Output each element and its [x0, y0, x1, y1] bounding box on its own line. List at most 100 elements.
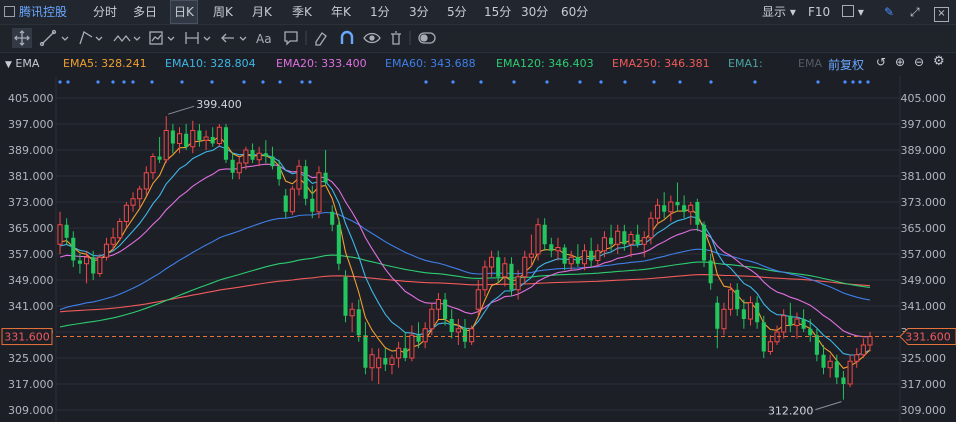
candle-body: [462, 328, 468, 342]
y-tick-label-left: 317.000: [8, 378, 54, 391]
candle-body: [91, 257, 96, 274]
event-marker: [242, 80, 246, 84]
candle-body: [210, 137, 215, 144]
y-tick-label-right: 397.000: [901, 118, 947, 131]
y-tick-label-right: 389.000: [901, 144, 947, 157]
y-tick-label-right: 365.000: [901, 222, 947, 235]
candle-body: [435, 299, 442, 310]
y-tick-label-left: 381.000: [8, 170, 54, 183]
candle-body: [568, 256, 574, 265]
candle-body: [542, 224, 547, 245]
event-marker: [451, 80, 455, 84]
candle-body: [581, 250, 588, 265]
event-marker: [111, 80, 115, 84]
candle-body: [675, 202, 680, 206]
ema-line: [59, 211, 871, 311]
candle-body: [236, 162, 242, 174]
candle-body: [515, 276, 521, 291]
candle-body: [509, 263, 514, 290]
candle-body: [708, 260, 713, 284]
candle-body: [615, 230, 621, 245]
candle-body: [396, 347, 402, 359]
event-marker: [851, 80, 855, 84]
candle-body: [389, 357, 395, 365]
candle-body: [403, 348, 408, 358]
event-marker: [131, 80, 135, 84]
candle-body: [628, 234, 634, 245]
candle-body: [701, 224, 707, 261]
candle-body: [502, 263, 508, 278]
candle-body: [296, 165, 302, 190]
candle-body: [834, 361, 839, 378]
candle-body: [827, 360, 833, 369]
event-marker: [652, 80, 656, 84]
candle-body: [263, 153, 268, 157]
low-annotation-line: [815, 401, 842, 411]
candle-body: [369, 354, 375, 369]
candle-body: [170, 130, 175, 144]
candle-body: [808, 328, 813, 336]
candle-body: [728, 289, 734, 310]
candle-body: [97, 256, 103, 274]
candle-body: [250, 150, 255, 160]
candle-body: [695, 202, 700, 225]
candle-body: [867, 336, 873, 346]
event-marker: [858, 80, 862, 84]
candle-body: [356, 309, 361, 336]
candle-body: [64, 224, 69, 238]
candle-body: [589, 250, 594, 261]
candle-body: [860, 344, 866, 356]
candle-body: [715, 302, 720, 329]
y-tick-label-left: 357.000: [8, 248, 54, 261]
candle-body: [83, 256, 90, 265]
y-tick-label-left: 389.000: [8, 144, 54, 157]
event-marker: [278, 80, 282, 84]
event-marker: [545, 80, 549, 84]
y-tick-label-right: 357.000: [901, 248, 947, 261]
candle-body: [688, 204, 694, 213]
event-marker: [599, 80, 603, 84]
candlestick-chart[interactable]: 405.000 405.000 397.000 397.000 389.000 389.0…: [0, 0, 956, 422]
candle-body: [123, 204, 129, 222]
candle-body: [409, 334, 415, 359]
candle-body: [349, 308, 355, 317]
candle-body: [330, 211, 335, 225]
candle-body: [535, 224, 541, 255]
candle-body: [562, 247, 567, 264]
event-marker: [479, 80, 483, 84]
candle-body: [635, 234, 640, 245]
y-tick-label-right: 309.000: [901, 404, 947, 417]
candle-body: [595, 250, 601, 261]
event-marker: [308, 80, 312, 84]
candle-body: [216, 126, 222, 144]
candle-body: [555, 247, 561, 252]
candle-body: [469, 328, 475, 343]
candle-body: [601, 237, 607, 252]
candle-body: [488, 256, 495, 268]
candle-body: [609, 237, 614, 245]
candle-body: [197, 130, 202, 141]
candle-body: [230, 159, 235, 173]
candle-body: [143, 172, 149, 190]
event-marker: [866, 80, 870, 84]
candle-body: [735, 289, 740, 310]
candle-body: [383, 358, 388, 365]
candle-body: [157, 156, 162, 160]
candle-body: [767, 341, 773, 352]
event-marker: [58, 80, 62, 84]
candle-body: [343, 276, 348, 316]
candle-body: [190, 130, 196, 148]
candle-body: [648, 217, 654, 239]
candle-body: [622, 231, 627, 245]
y-tick-label-left: 365.000: [8, 222, 54, 235]
event-marker: [678, 80, 682, 84]
event-marker: [66, 80, 70, 84]
candle-body: [801, 319, 806, 329]
y-tick-label-left: 325.000: [8, 352, 54, 365]
candle-body: [741, 309, 746, 319]
event-marker: [96, 80, 100, 84]
candle-body: [429, 308, 435, 330]
event-marker: [210, 80, 214, 84]
current-price-label-left: 331.600: [4, 331, 50, 344]
event-marker: [122, 80, 126, 84]
